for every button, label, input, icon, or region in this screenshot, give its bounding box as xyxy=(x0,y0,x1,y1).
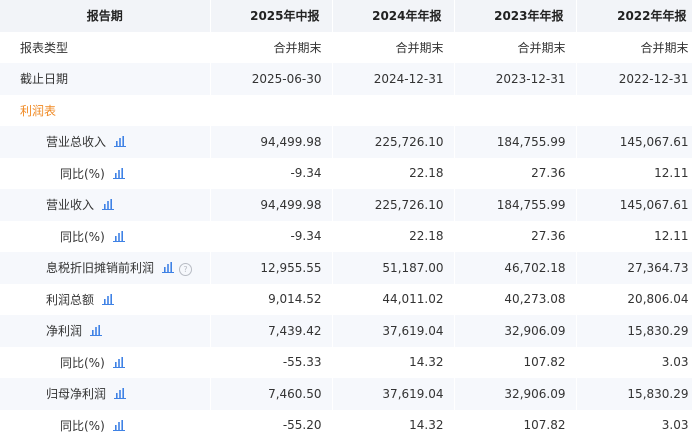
row-end-date: 截止日期 2025-06-30 2024-12-31 2023-12-31 20… xyxy=(0,63,692,95)
cell-value: -9.34 xyxy=(210,221,332,253)
cell-value: 20,806.04 xyxy=(576,284,692,316)
row-parent-net-profit-yoy: 同比(%) -55.20 14.32 107.82 3.03 xyxy=(0,410,692,441)
row-report-type: 报表类型 合并期末 合并期末 合并期末 合并期末 xyxy=(0,32,692,64)
row-total-profit: 利润总额 9,014.52 44,011.02 40,273.08 20,806… xyxy=(0,284,692,316)
bar-chart-icon[interactable] xyxy=(113,231,125,242)
header-period-2022[interactable]: 2022年年报 xyxy=(576,0,692,32)
cell-value: 7,439.42 xyxy=(210,315,332,347)
cell-value: 合并期末 xyxy=(576,32,692,64)
cell-value: 合并期末 xyxy=(454,32,576,64)
header-period-2025h1[interactable]: 2025年中报 xyxy=(210,0,332,32)
bar-chart-icon[interactable] xyxy=(162,262,174,273)
cell-value: 94,499.98 xyxy=(210,126,332,158)
cell-value: 3.03 xyxy=(576,410,692,441)
cell-value: 2025-06-30 xyxy=(210,63,332,95)
cell-value: 37,619.04 xyxy=(332,315,454,347)
cell-value: 32,906.09 xyxy=(454,315,576,347)
cell-value: 46,702.18 xyxy=(454,252,576,284)
cell-value: 合并期末 xyxy=(210,32,332,64)
header-report-period: 报告期 xyxy=(0,0,210,32)
cell-value: 51,187.00 xyxy=(332,252,454,284)
cell-value: 2022-12-31 xyxy=(576,63,692,95)
cell-value: 27.36 xyxy=(454,158,576,190)
header-period-2023[interactable]: 2023年年报 xyxy=(454,0,576,32)
cell-value: 27,364.73 xyxy=(576,252,692,284)
bar-chart-icon[interactable] xyxy=(114,136,126,147)
row-parent-net-profit: 归母净利润 7,460.50 37,619.04 32,906.09 15,83… xyxy=(0,378,692,410)
bar-chart-icon[interactable] xyxy=(114,388,126,399)
cell-value: 145,067.61 xyxy=(576,126,692,158)
financial-table: 报告期 2025年中报 2024年年报 2023年年报 2022年年报 报表类型… xyxy=(0,0,692,441)
section-title: 利润表 xyxy=(0,95,210,127)
cell-value: 94,499.98 xyxy=(210,189,332,221)
cell-value: -9.34 xyxy=(210,158,332,190)
cell-value: 12.11 xyxy=(576,221,692,253)
cell-value: 225,726.10 xyxy=(332,126,454,158)
header-row: 报告期 2025年中报 2024年年报 2023年年报 2022年年报 xyxy=(0,0,692,32)
cell-value: 27.36 xyxy=(454,221,576,253)
row-label: 利润总额 xyxy=(46,293,94,307)
bar-chart-icon[interactable] xyxy=(102,294,114,305)
cell-value: 32,906.09 xyxy=(454,378,576,410)
cell-value: 7,460.50 xyxy=(210,378,332,410)
section-income-statement: 利润表 xyxy=(0,95,692,127)
row-label: 营业总收入 xyxy=(46,135,106,149)
cell-value: 40,273.08 xyxy=(454,284,576,316)
row-label: 同比(%) xyxy=(60,356,105,370)
row-label: 息税折旧摊销前利润 xyxy=(46,261,154,275)
cell-value: 12.11 xyxy=(576,158,692,190)
row-net-profit-yoy: 同比(%) -55.33 14.32 107.82 3.03 xyxy=(0,347,692,379)
cell-value: -55.33 xyxy=(210,347,332,379)
cell-value: 145,067.61 xyxy=(576,189,692,221)
question-circle-icon[interactable]: ? xyxy=(179,263,192,276)
cell-value: -55.20 xyxy=(210,410,332,441)
bar-chart-icon[interactable] xyxy=(90,325,102,336)
cell-value: 15,830.29 xyxy=(576,378,692,410)
cell-value: 14.32 xyxy=(332,410,454,441)
header-period-2024[interactable]: 2024年年报 xyxy=(332,0,454,32)
row-label: 净利润 xyxy=(46,324,82,338)
cell-value: 37,619.04 xyxy=(332,378,454,410)
cell-value: 184,755.99 xyxy=(454,189,576,221)
row-ebitda: 息税折旧摊销前利润? 12,955.55 51,187.00 46,702.18… xyxy=(0,252,692,284)
row-label: 同比(%) xyxy=(60,419,105,433)
cell-value: 合并期末 xyxy=(332,32,454,64)
row-label: 截止日期 xyxy=(0,63,210,95)
row-total-revenue: 营业总收入 94,499.98 225,726.10 184,755.99 14… xyxy=(0,126,692,158)
bar-chart-icon[interactable] xyxy=(113,357,125,368)
row-total-revenue-yoy: 同比(%) -9.34 22.18 27.36 12.11 xyxy=(0,158,692,190)
row-label: 报表类型 xyxy=(0,32,210,64)
row-label: 同比(%) xyxy=(60,167,105,181)
cell-value: 3.03 xyxy=(576,347,692,379)
cell-value: 225,726.10 xyxy=(332,189,454,221)
cell-value: 12,955.55 xyxy=(210,252,332,284)
row-label: 归母净利润 xyxy=(46,387,106,401)
row-label: 营业收入 xyxy=(46,198,94,212)
cell-value: 14.32 xyxy=(332,347,454,379)
cell-value: 107.82 xyxy=(454,347,576,379)
cell-value: 22.18 xyxy=(332,221,454,253)
row-revenue-yoy: 同比(%) -9.34 22.18 27.36 12.11 xyxy=(0,221,692,253)
cell-value: 107.82 xyxy=(454,410,576,441)
row-revenue: 营业收入 94,499.98 225,726.10 184,755.99 145… xyxy=(0,189,692,221)
cell-value: 184,755.99 xyxy=(454,126,576,158)
cell-value: 44,011.02 xyxy=(332,284,454,316)
row-net-profit: 净利润 7,439.42 37,619.04 32,906.09 15,830.… xyxy=(0,315,692,347)
bar-chart-icon[interactable] xyxy=(113,168,125,179)
row-label: 同比(%) xyxy=(60,230,105,244)
cell-value: 2024-12-31 xyxy=(332,63,454,95)
cell-value: 2023-12-31 xyxy=(454,63,576,95)
cell-value: 9,014.52 xyxy=(210,284,332,316)
bar-chart-icon[interactable] xyxy=(102,199,114,210)
cell-value: 15,830.29 xyxy=(576,315,692,347)
cell-value: 22.18 xyxy=(332,158,454,190)
bar-chart-icon[interactable] xyxy=(113,420,125,431)
